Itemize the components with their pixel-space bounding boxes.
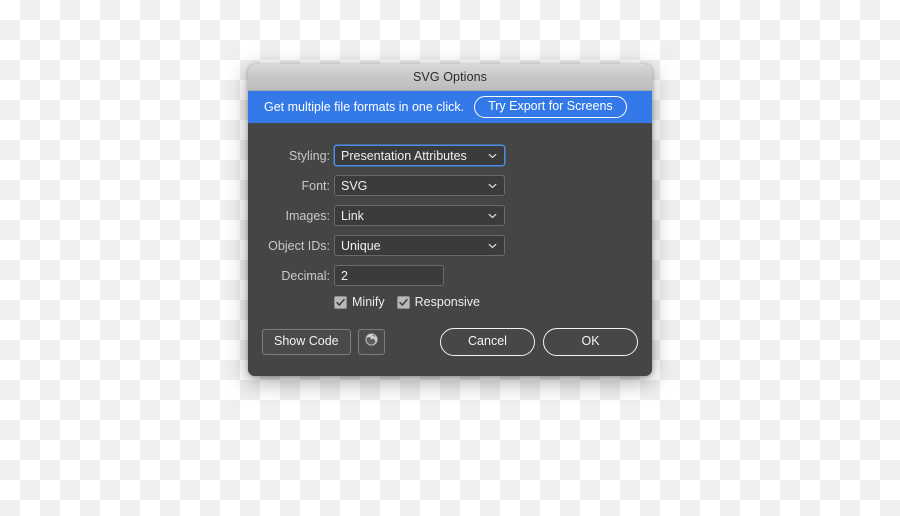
row-decimal: Decimal: 2 <box>248 265 652 286</box>
checkmark-icon <box>334 295 347 309</box>
show-code-button[interactable]: Show Code <box>262 328 351 356</box>
row-styling: Styling: Presentation Attributes <box>248 145 652 166</box>
object-ids-value: Unique <box>341 238 381 253</box>
chevron-down-icon <box>488 151 497 160</box>
images-select[interactable]: Link <box>334 205 505 226</box>
font-select[interactable]: SVG <box>334 175 505 196</box>
object-ids-label: Object IDs: <box>268 238 330 253</box>
row-images: Images: Link <box>248 205 652 226</box>
promo-banner: Get multiple file formats in one click. … <box>248 91 652 123</box>
font-label: Font: <box>301 178 331 193</box>
row-font: Font: SVG <box>248 175 652 196</box>
minify-label: Minify <box>352 295 385 309</box>
object-ids-select[interactable]: Unique <box>334 235 505 256</box>
dialog-titlebar: SVG Options <box>248 64 652 91</box>
dialog-footer: Show Code Cancel OK <box>248 309 652 360</box>
minify-checkbox[interactable]: Minify <box>334 295 385 309</box>
responsive-label: Responsive <box>414 295 480 309</box>
promo-text: Get multiple file formats in one click. <box>264 100 465 114</box>
preview-in-browser-button[interactable] <box>357 329 385 355</box>
globe-icon <box>364 332 379 352</box>
dialog-title: SVG Options <box>412 70 488 84</box>
dialog-body: Styling: Presentation Attributes Font: S… <box>248 123 652 376</box>
cancel-button[interactable]: Cancel <box>440 328 535 356</box>
ok-button[interactable]: OK <box>543 328 638 356</box>
styling-label: Styling: <box>289 148 330 163</box>
font-value: SVG <box>341 178 368 193</box>
decimal-input[interactable]: 2 <box>334 265 444 286</box>
styling-value: Presentation Attributes <box>341 148 467 163</box>
checkmark-icon <box>396 295 410 309</box>
chevron-down-icon <box>488 241 497 250</box>
try-export-for-screens-button[interactable]: Try Export for Screens <box>474 95 627 119</box>
options-checkbox-row: Minify Responsive <box>334 295 652 309</box>
chevron-down-icon <box>488 211 497 220</box>
decimal-label: Decimal: <box>281 268 330 283</box>
responsive-checkbox[interactable]: Responsive <box>396 295 480 309</box>
chevron-down-icon <box>488 181 497 190</box>
decimal-value: 2 <box>341 268 348 283</box>
images-label: Images: <box>285 208 330 223</box>
images-value: Link <box>341 208 364 223</box>
row-object-ids: Object IDs: Unique <box>248 235 652 256</box>
svg-options-dialog: SVG Options Get multiple file formats in… <box>248 64 652 376</box>
styling-select[interactable]: Presentation Attributes <box>334 145 505 166</box>
